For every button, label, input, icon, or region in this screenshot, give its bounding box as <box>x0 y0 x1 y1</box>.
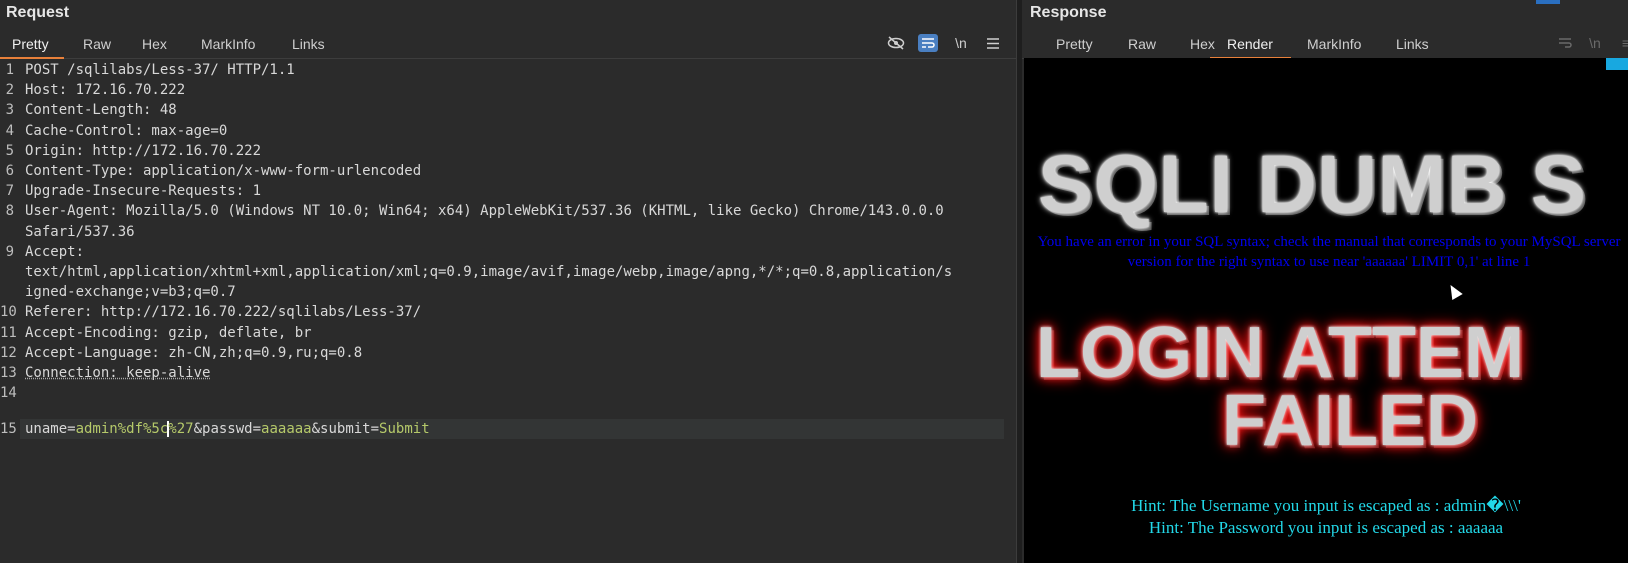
scroll-indicator <box>1606 58 1628 70</box>
code-line[interactable]: Content-Type: application/x-www-form-url… <box>25 163 421 179</box>
param-passwd-value: aaaaaa <box>261 421 312 437</box>
code-line[interactable]: Accept-Language: zh-CN,zh;q=0.9,ru;q=0.8 <box>25 345 362 361</box>
request-editor[interactable]: 1 POST /sqlilabs/Less-37/ HTTP/1.1 2 Host: … <box>0 60 1016 563</box>
response-pane: Response Pretty Raw Hex Render MarkInfo … <box>1022 0 1628 563</box>
line-number: 3 <box>5 102 14 119</box>
tab-hex[interactable]: Hex <box>142 36 167 52</box>
tab-markinfo[interactable]: MarkInfo <box>201 36 255 52</box>
code-line[interactable]: Accept: <box>25 244 84 260</box>
request-title: Request <box>6 4 70 21</box>
render-view[interactable]: SQLI DUMB S You have an error in your SQ… <box>1024 58 1628 563</box>
window-accent <box>1536 0 1560 4</box>
response-title: Response <box>1030 4 1107 21</box>
tab-raw[interactable]: Raw <box>1128 36 1156 52</box>
request-tabs: Pretty Raw Hex MarkInfo Links \n <box>0 30 1016 59</box>
word-wrap-icon[interactable] <box>918 34 938 52</box>
newline-toggle[interactable]: \n <box>1585 34 1605 52</box>
code-line[interactable]: text/html,application/xhtml+xml,applicat… <box>25 264 952 280</box>
line-number: 4 <box>5 122 14 139</box>
code-line[interactable]: Host: 172.16.70.222 <box>25 82 185 98</box>
line-number: 2 <box>5 82 14 99</box>
code-line[interactable]: Connection: keep-alive <box>25 365 210 381</box>
mouse-cursor-icon <box>1445 281 1463 301</box>
line-number: 11 <box>0 324 17 341</box>
body-line[interactable]: uname=admin%df%5c%27&passwd=aaaaaa&submi… <box>25 421 430 437</box>
eye-slash-icon[interactable] <box>886 34 906 52</box>
hint-password: Hint: The Password you input is escaped … <box>1148 518 1504 537</box>
param-submit-key: &submit= <box>311 421 380 437</box>
newline-toggle[interactable]: \n <box>951 34 971 52</box>
code-line[interactable]: Origin: http://172.16.70.222 <box>25 143 261 159</box>
tab-hex[interactable]: Hex <box>1190 36 1215 52</box>
tab-render[interactable]: Render <box>1227 36 1273 52</box>
line-number: 5 <box>5 142 14 159</box>
tab-links[interactable]: Links <box>1396 36 1429 52</box>
param-submit-value: Submit <box>379 421 430 437</box>
code-line[interactable]: Accept-Encoding: gzip, deflate, br <box>25 325 312 341</box>
line-number: 8 <box>5 203 14 220</box>
hamburger-menu-icon[interactable] <box>983 34 1003 52</box>
param-uname-value-a: admin%df%5c <box>75 421 169 437</box>
page-banner-title: SQLI DUMB S <box>1038 139 1587 230</box>
request-pane: Request Pretty Raw Hex MarkInfo Links \n… <box>0 0 1016 563</box>
line-number: 15 <box>0 421 17 437</box>
line-number: 1 <box>5 62 14 78</box>
line-number: 10 <box>0 304 17 321</box>
word-wrap-icon[interactable] <box>1555 34 1575 52</box>
code-line[interactable]: Cache-Control: max-age=0 <box>25 123 227 139</box>
tab-pretty[interactable]: Pretty <box>12 36 49 52</box>
code-line[interactable]: POST /sqlilabs/Less-37/ HTTP/1.1 <box>25 62 295 78</box>
line-number: 7 <box>5 183 14 200</box>
param-passwd-key: &passwd= <box>193 421 262 437</box>
line-number: 9 <box>5 243 14 260</box>
hint-username: Hint: The Username you input is escaped … <box>1131 496 1521 515</box>
tab-links[interactable]: Links <box>292 36 325 52</box>
line-number: 6 <box>5 163 14 179</box>
code-line[interactable]: Safari/537.36 <box>25 224 135 240</box>
code-line[interactable]: igned-exchange;v=b3;q=0.7 <box>25 284 236 300</box>
code-line[interactable]: Referer: http://172.16.70.222/sqlilabs/L… <box>25 304 421 320</box>
param-uname-value-b: %27 <box>168 421 194 437</box>
tab-raw[interactable]: Raw <box>83 36 111 52</box>
param-uname-key: uname= <box>25 421 76 437</box>
response-tabs: Pretty Raw Hex Render MarkInfo Links \n … <box>1022 30 1628 59</box>
active-tab-indicator <box>0 57 64 59</box>
failed-banner: FAILED <box>1222 381 1479 461</box>
code-line[interactable]: Content-Length: 48 <box>25 102 177 118</box>
line-number: 14 <box>0 385 17 402</box>
hamburger-menu-icon[interactable]: ≡ <box>1616 34 1628 52</box>
line-number: 12 <box>0 344 17 361</box>
code-line[interactable]: Upgrade-Insecure-Requests: 1 <box>25 183 261 199</box>
tab-pretty[interactable]: Pretty <box>1056 36 1093 52</box>
line-number: 13 <box>0 365 17 381</box>
sql-error-message: You have an error in your SQL syntax; ch… <box>1037 234 1621 270</box>
code-line[interactable]: User-Agent: Mozilla/5.0 (Windows NT 10.0… <box>25 203 944 219</box>
tab-markinfo[interactable]: MarkInfo <box>1307 36 1361 52</box>
